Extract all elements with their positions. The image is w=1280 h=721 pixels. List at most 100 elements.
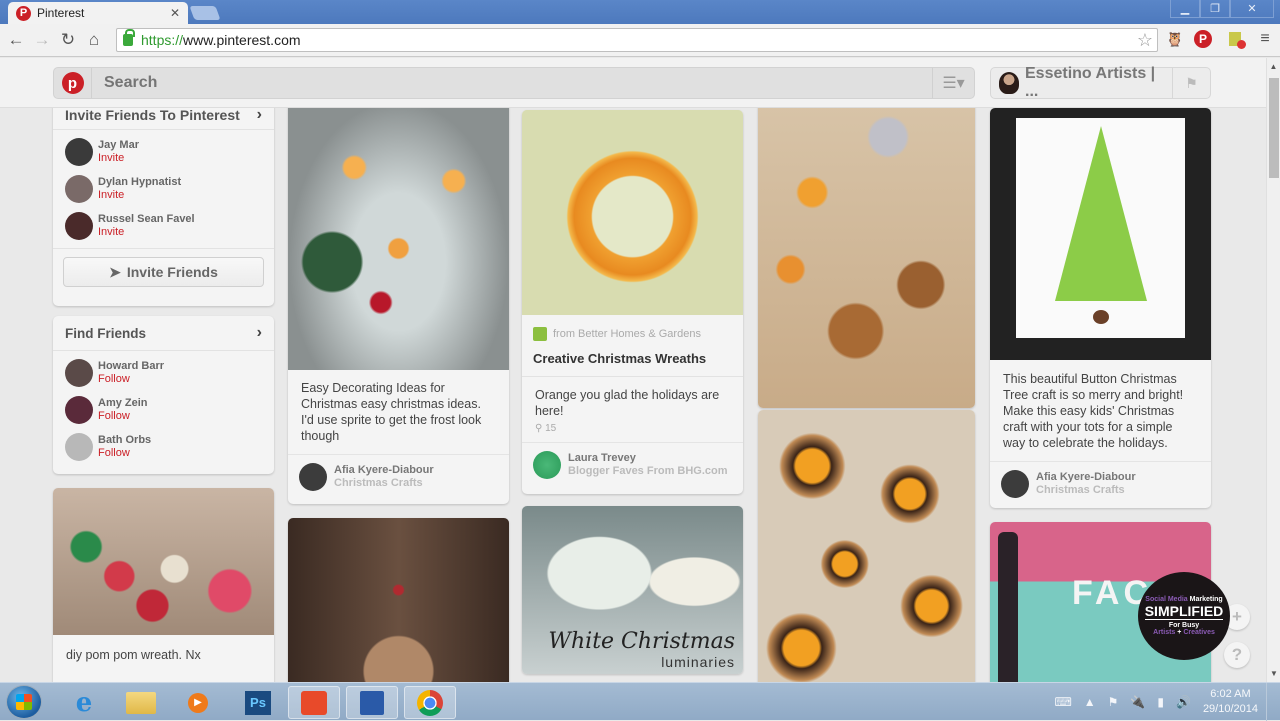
back-icon[interactable]: ←	[3, 30, 29, 50]
repin-icon: ⚲	[535, 423, 546, 434]
pin-image[interactable]: White Christmas luminaries	[522, 506, 743, 674]
invite-friends-header[interactable]: Invite Friends To Pinterest ›	[53, 108, 274, 130]
browser-tab-pinterest[interactable]: P Pinterest ✕	[8, 2, 188, 24]
pin-card[interactable]: This beautiful Button Christmas Tree cra…	[990, 108, 1211, 508]
restore-icon[interactable]: ❐	[1200, 0, 1230, 18]
pin-source[interactable]: from Better Homes & Gardens	[522, 315, 743, 345]
start-button[interactable]	[6, 685, 42, 719]
categories-menu-button[interactable]: ☰▾	[932, 68, 974, 98]
avatar	[65, 174, 93, 203]
follow-link[interactable]: Follow	[98, 447, 151, 460]
invite-link[interactable]: Invite	[98, 152, 139, 165]
page-scrollbar[interactable]: ▲ ▼	[1266, 58, 1280, 682]
browser-toolbar: ← → ↻ ⌂ https://www.pinterest.com ☆ 🦉 P …	[0, 24, 1280, 57]
network-signal-icon[interactable]: ▮	[1157, 695, 1164, 709]
close-window-icon[interactable]: ✕	[1230, 0, 1274, 18]
pin-image[interactable]	[53, 488, 274, 635]
pin-attribution[interactable]: Laura Trevey Blogger Faves From BHG.com	[522, 442, 743, 486]
pinterest-logo[interactable]: p	[54, 68, 92, 98]
close-tab-icon[interactable]: ✕	[170, 6, 180, 20]
pin-image[interactable]	[522, 110, 743, 315]
pin-card[interactable]	[758, 108, 975, 408]
reload-icon[interactable]: ↻	[55, 30, 81, 50]
volume-icon[interactable]: 🔊	[1176, 695, 1191, 709]
chevron-right-icon: ›	[256, 108, 262, 123]
system-tray: ⌨ ▲ ⚑ 🔌 ▮ 🔊 6:02 AM 29/10/2014	[1054, 683, 1258, 721]
avatar	[65, 432, 93, 461]
pinterest-pin-it-icon[interactable]: P	[1194, 30, 1212, 48]
pin-card[interactable]	[288, 518, 509, 682]
blocked-extension-icon[interactable]	[1224, 28, 1246, 50]
user-name: Essetino Artists | ...	[1025, 65, 1156, 100]
pin-card[interactable]: diy pom pom wreath. Nx	[53, 488, 274, 682]
forward-icon[interactable]: →	[29, 30, 55, 50]
avatar	[65, 395, 93, 424]
pin-description: Orange you glad the holidays are here!	[535, 388, 720, 418]
url-text: https://www.pinterest.com	[141, 32, 301, 48]
avatar	[299, 462, 327, 491]
home-icon[interactable]: ⌂	[81, 30, 107, 50]
image-overlay-title: White Christmas	[548, 629, 735, 654]
show-desktop-button[interactable]	[1266, 683, 1280, 721]
suggested-friend-item: Howard Barr Follow	[53, 354, 274, 391]
suggested-friend-item: Bath Orbs Follow	[53, 428, 274, 465]
invite-link[interactable]: Invite	[98, 189, 181, 202]
help-button[interactable]: ?	[1224, 642, 1250, 668]
bookmark-star-icon[interactable]: ☆	[1137, 30, 1153, 51]
invite-friend-item: Russel Sean Favel Invite	[53, 207, 274, 244]
pin-card[interactable]: from Better Homes & Gardens Creative Chr…	[522, 110, 743, 494]
avatar	[65, 211, 93, 240]
avatar	[65, 137, 93, 166]
pin-image[interactable]	[288, 518, 509, 682]
chrome-menu-icon[interactable]: ≡	[1254, 28, 1276, 50]
pin-image[interactable]	[758, 108, 975, 408]
pin-image[interactable]	[288, 108, 509, 370]
minimize-icon[interactable]: ▁	[1170, 0, 1200, 18]
pin-image[interactable]	[990, 108, 1211, 360]
powerpoint-icon[interactable]	[288, 686, 340, 719]
windows-taskbar: e ▶ Ps ⌨ ▲ ⚑ 🔌 ▮ 🔊 6:02 AM 29/10/2014	[0, 682, 1280, 721]
scroll-thumb[interactable]	[1269, 78, 1279, 178]
user-avatar	[999, 72, 1019, 94]
show-hidden-icons-icon[interactable]: ▲	[1084, 695, 1096, 709]
scroll-down-icon[interactable]: ▼	[1267, 669, 1280, 678]
find-friends-header[interactable]: Find Friends ›	[53, 316, 274, 351]
word-icon[interactable]	[346, 686, 398, 719]
keyboard-icon[interactable]: ⌨	[1054, 695, 1071, 709]
pin-card[interactable]	[758, 410, 975, 682]
user-profile-button[interactable]: Essetino Artists | ... ⚑	[990, 65, 1211, 100]
chrome-taskbar-icon[interactable]	[404, 686, 456, 719]
search-input[interactable]	[92, 74, 932, 92]
pin-description: diy pom pom wreath. Nx	[66, 648, 201, 662]
new-tab-button[interactable]	[189, 6, 221, 20]
invite-friends-card: Invite Friends To Pinterest › Jay Mar Inv…	[53, 108, 274, 306]
pin-attribution[interactable]: Afia Kyere-Diabour Christmas Crafts	[990, 461, 1211, 505]
power-icon[interactable]: 🔌	[1130, 695, 1145, 709]
follow-link[interactable]: Follow	[98, 410, 148, 423]
image-overlay-subtitle: luminaries	[661, 654, 735, 670]
hootsuite-owl-icon[interactable]: 🦉	[1164, 28, 1186, 50]
send-icon: ➤	[109, 263, 121, 280]
pin-card[interactable]: White Christmas luminaries	[522, 506, 743, 674]
notifications-icon[interactable]: ⚑	[1172, 68, 1210, 98]
follow-link[interactable]: Follow	[98, 373, 164, 386]
address-bar[interactable]: https://www.pinterest.com ☆	[116, 28, 1158, 52]
invite-friends-button[interactable]: ➤ Invite Friends	[63, 257, 264, 287]
pin-card[interactable]: Easy Decorating Ideas for Christmas easy…	[288, 108, 509, 504]
pin-title[interactable]: Creative Christmas Wreaths	[522, 345, 743, 377]
action-center-flag-icon[interactable]: ⚑	[1108, 695, 1119, 709]
invite-link[interactable]: Invite	[98, 226, 195, 239]
pin-image[interactable]	[758, 410, 975, 682]
lock-icon	[123, 29, 135, 46]
pin-attribution[interactable]: Afia Kyere-Diabour Christmas Crafts	[288, 454, 509, 498]
invite-friend-item: Jay Mar Invite	[53, 133, 274, 170]
avatar	[65, 358, 93, 387]
pin-description: This beautiful Button Christmas Tree cra…	[1003, 372, 1184, 450]
scroll-up-icon[interactable]: ▲	[1267, 62, 1280, 71]
file-explorer-icon[interactable]	[115, 686, 167, 719]
repin-count: ⚲ 15	[535, 423, 557, 434]
photoshop-icon[interactable]: Ps	[232, 686, 284, 719]
media-player-icon[interactable]: ▶	[172, 686, 224, 719]
internet-explorer-icon[interactable]: e	[58, 686, 110, 719]
system-clock[interactable]: 6:02 AM 29/10/2014	[1203, 687, 1258, 717]
